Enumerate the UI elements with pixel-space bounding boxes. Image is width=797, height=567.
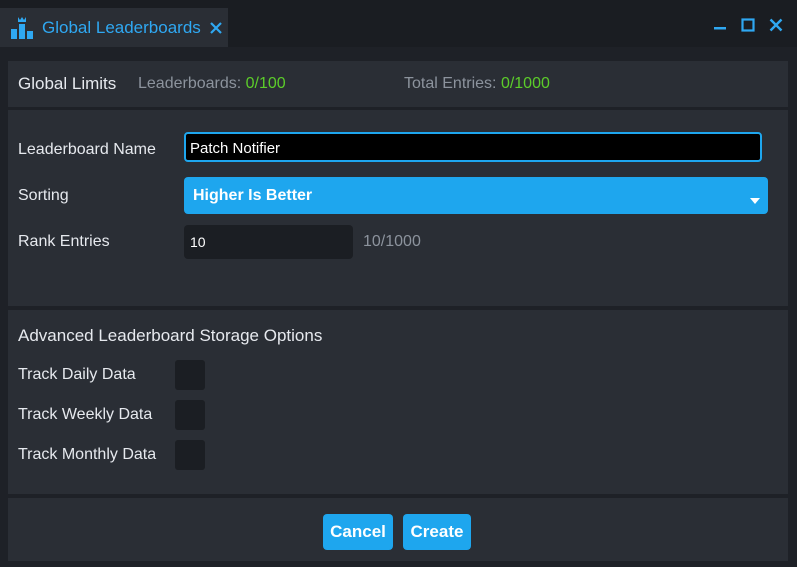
track-daily-label: Track Daily Data (18, 366, 136, 383)
sorting-select[interactable]: Higher Is Better (184, 177, 768, 214)
track-monthly-label: Track Monthly Data (18, 446, 157, 463)
track-daily-checkbox[interactable] (175, 360, 205, 390)
global-limits-panel: Global Limits Leaderboards: 0/100 Total … (8, 61, 788, 107)
leaderboard-icon (10, 16, 34, 39)
sorting-label: Sorting (18, 187, 69, 204)
create-button[interactable]: Create (403, 514, 471, 550)
global-limits-label: Global Limits (18, 74, 117, 93)
sorting-value: Higher Is Better (193, 186, 313, 204)
leaderboards-limit-label: Leaderboards: (138, 75, 242, 92)
advanced-options-title: Advanced Leaderboard Storage Options (18, 326, 323, 345)
track-weekly-label: Track Weekly Data (18, 406, 153, 423)
maximize-icon[interactable] (741, 18, 755, 32)
tab-title: Global Leaderboards (42, 17, 201, 37)
dialog-footer: Cancel Create (8, 498, 788, 561)
rank-entries-input[interactable]: 10 (184, 225, 353, 259)
chevron-down-icon (750, 192, 760, 204)
leaderboards-limit: Leaderboards: 0/100 (138, 75, 286, 93)
leaderboard-name-label: Leaderboard Name (18, 141, 156, 158)
entries-limit: Total Entries: 0/1000 (404, 75, 550, 93)
advanced-options-panel: Advanced Leaderboard Storage Options Tra… (8, 310, 788, 494)
tab-global-leaderboards[interactable]: Global Leaderboards (0, 8, 228, 47)
cancel-button[interactable]: Cancel (323, 514, 393, 550)
rank-entries-label: Rank Entries (18, 233, 110, 250)
entries-limit-value: 0/1000 (500, 75, 550, 92)
minimize-icon[interactable] (713, 18, 727, 32)
leaderboard-form: Leaderboard Name Patch Notifier Sorting … (8, 110, 788, 306)
close-icon[interactable] (209, 21, 223, 35)
rank-entries-count: 10/1000 (363, 233, 421, 250)
window-close-icon[interactable] (769, 18, 783, 32)
title-bar: Global Leaderboards (0, 0, 797, 47)
entries-limit-label: Total Entries: (404, 75, 497, 92)
leaderboard-name-input[interactable]: Patch Notifier (184, 132, 762, 162)
track-weekly-checkbox[interactable] (175, 400, 205, 430)
leaderboards-limit-value: 0/100 (245, 75, 286, 92)
track-monthly-checkbox[interactable] (175, 440, 205, 470)
